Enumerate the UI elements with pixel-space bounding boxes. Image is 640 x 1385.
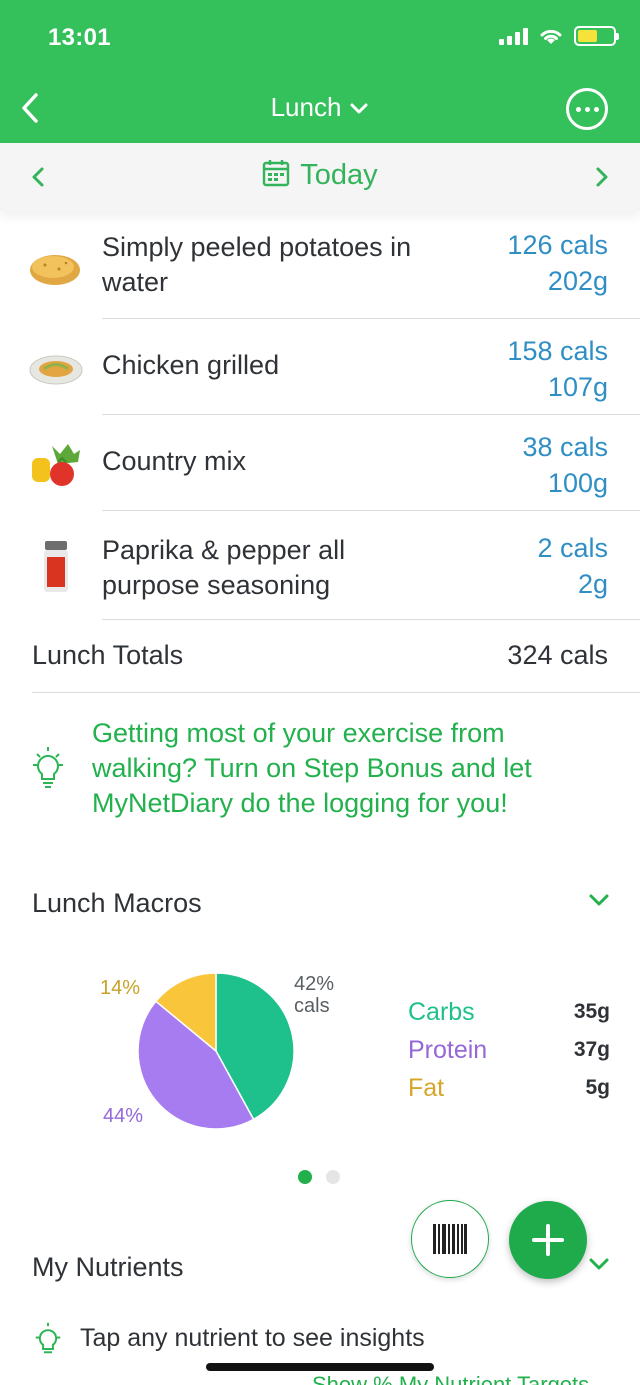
- page-indicator[interactable]: [298, 1170, 340, 1184]
- nutrients-title: My Nutrients: [32, 1252, 184, 1282]
- food-grams: 2g: [577, 569, 608, 599]
- divider: [102, 510, 640, 511]
- macros-pie-chart: [137, 972, 295, 1130]
- food-grams: 202g: [547, 266, 608, 296]
- legend-carbs: Carbs 35g: [408, 998, 610, 1027]
- divider: [32, 692, 640, 693]
- battery-icon: [574, 26, 619, 46]
- legend-label: Protein: [408, 1036, 488, 1064]
- status-icons: [499, 26, 619, 46]
- food-calories: 158 cals: [507, 336, 608, 366]
- wifi-icon: [540, 29, 562, 44]
- food-row[interactable]: Simply peeled potatoes in water 126 cals…: [0, 226, 640, 318]
- chicken-plate-icon: [29, 355, 83, 385]
- chevron-down-icon[interactable]: [588, 892, 610, 908]
- barcode-scan-button[interactable]: [411, 1200, 489, 1278]
- spice-jar-icon: [44, 541, 68, 592]
- fat-percent-label: 14%: [100, 977, 141, 999]
- plus-icon: [532, 1224, 564, 1256]
- top-bar: 13:01 Lunch: [0, 0, 640, 143]
- chevron-right-icon: [596, 167, 608, 187]
- lightbulb-icon: [35, 1322, 61, 1354]
- calendar-icon: [263, 160, 290, 187]
- chevron-down-icon[interactable]: [588, 1256, 610, 1272]
- page-dot-active[interactable]: [298, 1170, 312, 1184]
- legend-value: 5g: [585, 1076, 610, 1099]
- food-name: Chicken grilled: [102, 350, 280, 380]
- signal-icon: [499, 27, 528, 45]
- meal-selector[interactable]: Lunch: [0, 92, 640, 123]
- legend-label: Fat: [408, 1074, 445, 1102]
- step-bonus-tip[interactable]: Getting most of your exercise from walki…: [92, 716, 612, 821]
- divider: [102, 318, 640, 319]
- totals-label: Lunch Totals: [32, 640, 184, 670]
- food-grams: 107g: [547, 372, 608, 402]
- food-grams: 100g: [547, 468, 608, 498]
- food-row[interactable]: Country mix 38 cals 100g: [0, 428, 640, 510]
- legend-protein: Protein 37g: [408, 1036, 610, 1065]
- date-label: Today: [300, 159, 378, 191]
- page-dot[interactable]: [326, 1170, 340, 1184]
- potato-icon: [30, 255, 80, 285]
- food-row[interactable]: Chicken grilled 158 cals 107g: [0, 332, 640, 414]
- food-calories: 38 cals: [522, 432, 608, 462]
- home-indicator: [206, 1363, 434, 1371]
- protein-percent-label: 44%: [103, 1105, 144, 1127]
- status-time: 13:01: [48, 24, 111, 51]
- legend-value: 35g: [573, 1000, 610, 1023]
- carbs-percent-label: 42%: [294, 973, 335, 995]
- nutrient-insight-tip: Tap any nutrient to see insights: [80, 1324, 425, 1352]
- barcode-icon: [433, 1224, 467, 1254]
- macros-title: Lunch Macros: [32, 888, 202, 918]
- food-name: Simply peeled potatoes in water: [102, 232, 412, 297]
- food-calories: 2 cals: [537, 533, 608, 563]
- carbs-percent-unit: cals: [294, 995, 330, 1017]
- food-name: Paprika & pepper all purpose seasoning: [102, 535, 346, 600]
- food-calories: 126 cals: [507, 230, 608, 260]
- show-nutrient-targets-link[interactable]: Show % My Nutrient Targets: [312, 1372, 589, 1385]
- food-name: Country mix: [102, 446, 247, 476]
- legend-fat: Fat 5g: [408, 1074, 610, 1103]
- add-food-button[interactable]: [509, 1201, 587, 1279]
- date-picker[interactable]: Today: [0, 159, 640, 192]
- more-options-button[interactable]: [566, 88, 608, 130]
- divider: [102, 414, 640, 415]
- divider: [102, 619, 640, 620]
- meal-title: Lunch: [270, 92, 342, 122]
- legend-label: Carbs: [408, 998, 475, 1026]
- food-row[interactable]: Paprika & pepper all purpose seasoning 2…: [0, 525, 640, 619]
- totals-value: 324 cals: [507, 640, 608, 670]
- date-bar: Today: [0, 143, 640, 211]
- next-day-button[interactable]: [586, 161, 618, 193]
- lightbulb-icon: [33, 747, 63, 788]
- chevron-down-icon: [350, 103, 368, 114]
- vegetables-icon: [32, 444, 80, 486]
- legend-value: 37g: [573, 1038, 610, 1061]
